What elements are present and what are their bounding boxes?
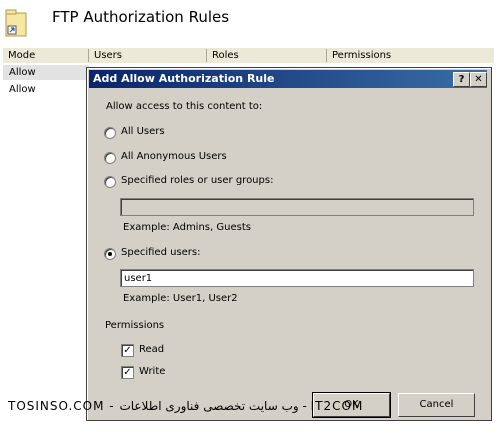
specified-users-label[interactable]: Specified users: [121,247,201,258]
read-label[interactable]: Read [139,344,164,355]
table-row[interactable]: Allow [3,65,89,80]
table-row[interactable]: Allow [3,82,36,97]
all-users-label[interactable]: All Users [121,126,165,137]
anonymous-users-label[interactable]: All Anonymous Users [121,151,227,162]
users-input[interactable] [120,269,474,287]
column-header-permissions[interactable]: Permissions [327,49,492,62]
roles-example: Example: Admins, Guests [123,222,251,233]
users-example: Example: User1, User2 [123,293,238,304]
read-checkbox[interactable]: ✓ [121,344,134,357]
radio-specified-users[interactable] [104,248,116,260]
column-header-roles[interactable]: Roles [207,49,327,62]
column-header-users[interactable]: Users [89,49,207,62]
radio-specified-roles[interactable] [104,176,116,188]
radio-all-users[interactable] [104,127,116,139]
close-button[interactable]: ✕ [470,72,487,87]
grid-header: Mode Users Roles Permissions [3,47,494,64]
radio-anonymous-users[interactable] [104,152,116,164]
column-header-mode[interactable]: Mode [3,49,89,62]
access-prompt: Allow access to this content to: [106,101,263,112]
specified-roles-label[interactable]: Specified roles or user groups: [121,175,273,186]
dialog-title: Add Allow Authorization Rule [93,72,275,85]
page-title: FTP Authorization Rules [52,8,230,26]
header: FTP Authorization Rules [0,0,497,46]
cancel-button[interactable]: Cancel [398,393,475,417]
dialog-titlebar[interactable]: Add Allow Authorization Rule ? ✕ [89,70,487,88]
add-allow-rule-dialog: Add Allow Authorization Rule ? ✕ Allow a… [86,67,492,421]
watermark: TOSINSO.COM - وب سایت تخصصی فناوری اطلاع… [8,399,364,413]
help-button[interactable]: ? [453,72,470,87]
write-label[interactable]: Write [139,366,165,377]
permissions-label: Permissions [105,320,165,331]
write-checkbox[interactable]: ✓ [121,366,134,379]
folder-icon [5,7,27,37]
roles-input[interactable] [120,198,474,216]
